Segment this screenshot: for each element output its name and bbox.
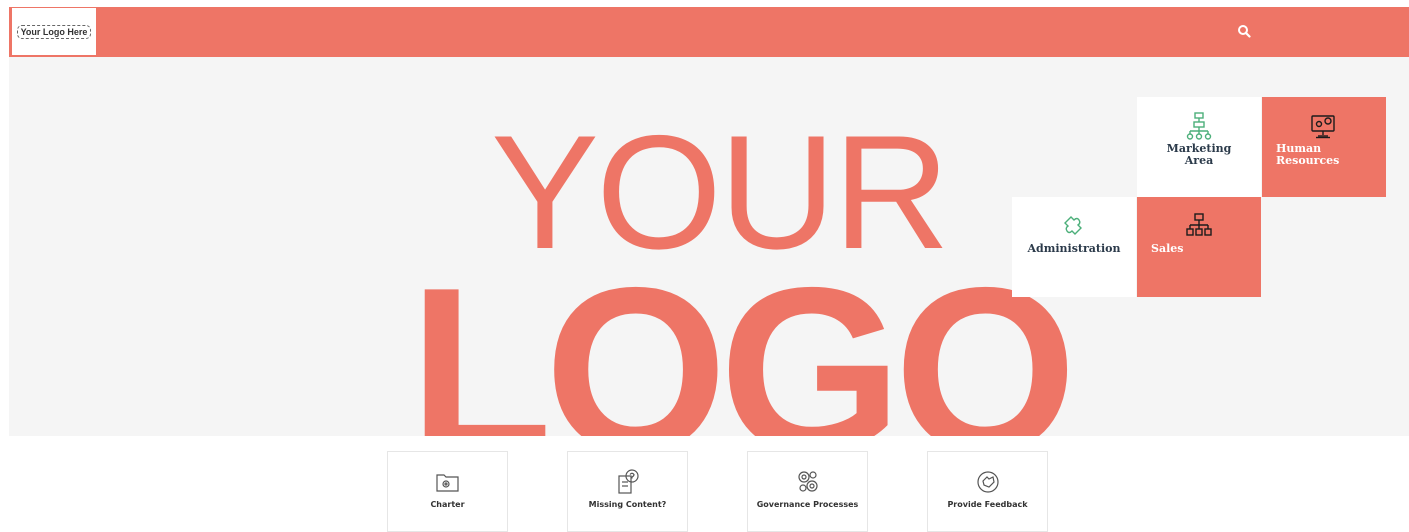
top-bar: Your Logo Here <box>9 7 1409 57</box>
card-label: Charter <box>430 500 465 509</box>
monitor-gear-icon <box>1311 115 1335 139</box>
org-chart-icon <box>1186 213 1212 236</box>
tile-label: Marketing Area <box>1166 142 1232 167</box>
card-charter[interactable]: Charter <box>387 451 508 532</box>
hero-logo-line2: LOGO <box>409 238 1077 436</box>
tile-administration[interactable]: Administration <box>1012 197 1136 297</box>
folder-gear-icon <box>435 474 459 492</box>
tile-marketing-area[interactable]: Marketing Area <box>1137 97 1261 197</box>
question-document-icon <box>617 469 639 494</box>
puzzle-icon <box>1064 216 1082 235</box>
site-logo[interactable]: Your Logo Here <box>12 8 96 55</box>
logo-text: Your Logo Here <box>16 24 92 39</box>
search-icon[interactable] <box>1237 24 1251 38</box>
feedback-hand-icon <box>976 471 999 493</box>
card-label: Governance Processes <box>756 500 859 509</box>
tile-label: Human Resources <box>1276 142 1340 167</box>
card-missing-content[interactable]: Missing Content? <box>567 451 688 532</box>
tile-sales[interactable]: Sales <box>1137 197 1261 297</box>
card-provide-feedback[interactable]: Provide Feedback <box>927 451 1048 532</box>
card-label: Provide Feedback <box>947 500 1028 509</box>
gears-icon <box>797 471 818 492</box>
flowchart-icon <box>1186 112 1212 140</box>
card-governance-processes[interactable]: Governance Processes <box>747 451 868 532</box>
tile-label: Sales <box>1151 242 1184 255</box>
card-label: Missing Content? <box>588 500 667 509</box>
tile-label: Administration <box>1027 242 1121 255</box>
tile-human-resources[interactable]: Human Resources <box>1262 97 1386 197</box>
